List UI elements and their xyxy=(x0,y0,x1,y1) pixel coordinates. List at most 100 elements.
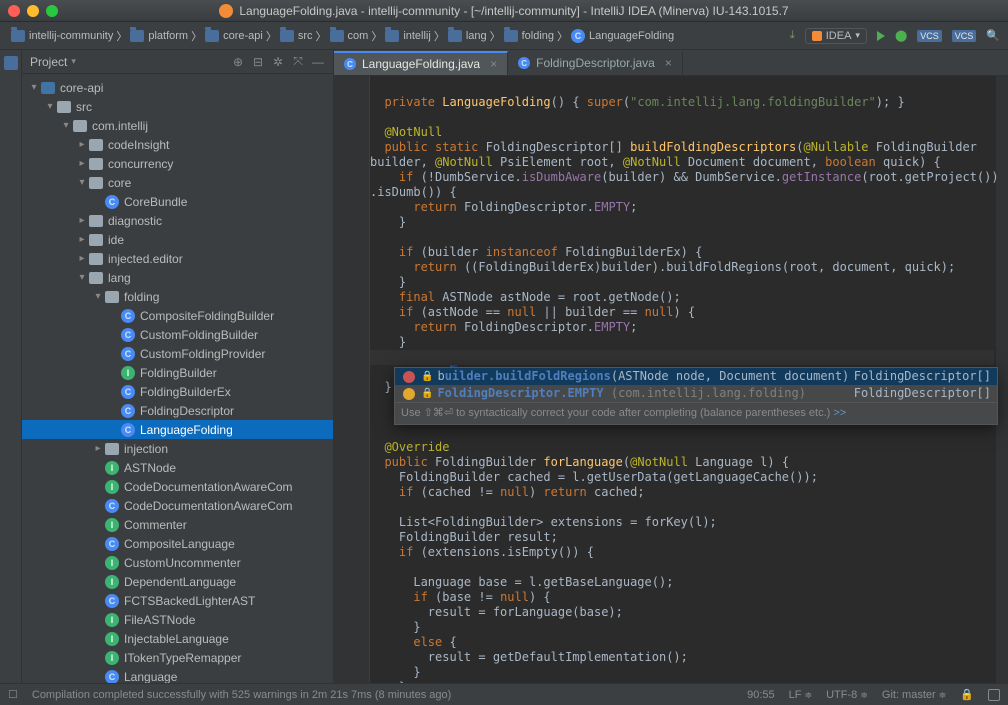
disclosure-triangle-icon[interactable]: ▸ xyxy=(76,215,88,226)
run-icon[interactable] xyxy=(877,31,885,41)
tree-node[interactable]: CCustomFoldingProvider xyxy=(22,344,333,363)
tree-node[interactable]: CFoldingBuilderEx xyxy=(22,382,333,401)
readonly-lock-icon[interactable]: 🔒 xyxy=(960,688,974,701)
breadcrumb-item[interactable]: CLanguageFolding xyxy=(568,29,677,43)
completion-popup[interactable]: 🔒builder.buildFoldRegions(ASTNode node, … xyxy=(394,367,998,425)
minimize-icon[interactable] xyxy=(27,5,39,17)
lock-icon: 🔒 xyxy=(421,369,433,384)
tree-node[interactable]: IASTNode xyxy=(22,458,333,477)
interface-icon: I xyxy=(104,461,120,475)
disclosure-triangle-icon[interactable]: ▸ xyxy=(76,234,88,245)
tree-node[interactable]: ▾src xyxy=(22,97,333,116)
tree-node[interactable]: ▾core-api xyxy=(22,78,333,97)
tree-node[interactable]: CFCTSBackedLighterAST xyxy=(22,591,333,610)
tree-node-label: Language xyxy=(124,670,177,684)
completion-item[interactable]: 🔒builder.buildFoldRegions(ASTNode node, … xyxy=(395,368,997,385)
tree-node[interactable]: CCompositeLanguage xyxy=(22,534,333,553)
project-tree[interactable]: ▾core-api▾src▾com.intellij▸codeInsight▸c… xyxy=(22,74,333,683)
tree-node[interactable]: IITokenTypeRemapper xyxy=(22,648,333,667)
tree-node[interactable]: ▸injected.editor xyxy=(22,249,333,268)
disclosure-triangle-icon[interactable]: ▸ xyxy=(76,158,88,169)
project-toolwindow-icon[interactable] xyxy=(4,56,18,70)
breadcrumb-item[interactable]: core-api xyxy=(202,30,266,42)
window-controls xyxy=(8,5,58,17)
close-icon[interactable] xyxy=(8,5,20,17)
line-separator[interactable]: LF ≑ xyxy=(789,689,812,701)
disclosure-triangle-icon[interactable]: ▾ xyxy=(76,272,88,283)
debug-icon[interactable]: ⬤ xyxy=(895,29,907,42)
run-config-selector[interactable]: IDEA ▾ xyxy=(805,28,867,44)
folder-icon xyxy=(330,30,344,42)
search-icon[interactable]: 🔍 xyxy=(986,29,1000,42)
tree-node[interactable]: CCustomFoldingBuilder xyxy=(22,325,333,344)
tree-node[interactable]: IFoldingBuilder xyxy=(22,363,333,382)
minimize-toolwindow-icon[interactable]: — xyxy=(311,55,325,69)
disclosure-triangle-icon[interactable]: ▾ xyxy=(92,291,104,302)
completion-item[interactable]: 🔒FoldingDescriptor.EMPTY (com.intellij.l… xyxy=(395,385,997,402)
scroll-from-source-icon[interactable]: ⊕ xyxy=(231,55,245,69)
event-log-icon[interactable]: ☐ xyxy=(8,688,18,701)
tree-node[interactable]: CCompositeFoldingBuilder xyxy=(22,306,333,325)
tree-node[interactable]: ▸injection xyxy=(22,439,333,458)
tree-node-label: LanguageFolding xyxy=(140,423,233,437)
disclosure-triangle-icon[interactable]: ▾ xyxy=(28,82,40,93)
gear-icon[interactable]: ✲ xyxy=(271,55,285,69)
disclosure-triangle-icon[interactable]: ▸ xyxy=(76,139,88,150)
class-icon: C xyxy=(518,57,530,69)
maximize-icon[interactable] xyxy=(46,5,58,17)
tree-node[interactable]: ▸codeInsight xyxy=(22,135,333,154)
disclosure-triangle-icon[interactable]: ▸ xyxy=(92,443,104,454)
make-icon[interactable]: ⤓ xyxy=(790,29,795,42)
hide-icon[interactable]: ⤧ xyxy=(291,54,305,69)
breadcrumb-item[interactable]: intellij-community xyxy=(8,30,116,42)
tree-node[interactable]: ▸concurrency xyxy=(22,154,333,173)
disclosure-triangle-icon[interactable]: ▾ xyxy=(76,177,88,188)
disclosure-triangle-icon[interactable]: ▾ xyxy=(44,101,56,112)
chevron-right-icon: 〉 xyxy=(266,28,277,44)
tree-node[interactable]: CFoldingDescriptor xyxy=(22,401,333,420)
java-file-icon xyxy=(219,4,233,18)
interface-icon: I xyxy=(104,632,120,646)
breadcrumb-item[interactable]: platform xyxy=(127,30,191,42)
breadcrumb-item[interactable]: src xyxy=(277,30,316,42)
tree-node[interactable]: IInjectableLanguage xyxy=(22,629,333,648)
tree-node[interactable]: ▾lang xyxy=(22,268,333,287)
code-area[interactable]: private LanguageFolding() { super("com.i… xyxy=(334,76,1008,683)
disclosure-triangle-icon[interactable]: ▾ xyxy=(60,120,72,131)
breadcrumb-item[interactable]: lang xyxy=(445,30,490,42)
breadcrumb-item[interactable]: intellij xyxy=(382,30,434,42)
vcs-update-icon[interactable]: VCS xyxy=(917,30,942,42)
tree-node-label: core xyxy=(108,176,131,190)
tree-node[interactable]: ▸ide xyxy=(22,230,333,249)
tree-node[interactable]: CCoreBundle xyxy=(22,192,333,211)
tree-node[interactable]: ICodeDocumentationAwareCom xyxy=(22,477,333,496)
collapse-all-icon[interactable]: ⊟ xyxy=(251,55,265,69)
tree-node[interactable]: ICustomUncommenter xyxy=(22,553,333,572)
tree-node-label: CustomFoldingProvider xyxy=(140,347,265,361)
caret-position[interactable]: 90:55 xyxy=(747,689,775,701)
tree-node[interactable]: CLanguage xyxy=(22,667,333,683)
breadcrumb-item[interactable]: com xyxy=(327,30,372,42)
tree-node[interactable]: CLanguageFolding xyxy=(22,420,333,439)
editor-tab[interactable]: CFoldingDescriptor.java× xyxy=(508,51,683,75)
tree-node[interactable]: ▾ core xyxy=(22,173,333,192)
tree-node[interactable]: CCodeDocumentationAwareCom xyxy=(22,496,333,515)
editor-tab[interactable]: CLanguageFolding.java× xyxy=(334,51,508,75)
close-tab-icon[interactable]: × xyxy=(490,57,497,71)
hector-icon[interactable] xyxy=(988,689,1000,701)
disclosure-triangle-icon[interactable]: ▸ xyxy=(76,253,88,264)
tree-node[interactable]: ▾com.intellij xyxy=(22,116,333,135)
file-encoding[interactable]: UTF-8 ≑ xyxy=(826,689,868,701)
tree-node[interactable]: ICommenter xyxy=(22,515,333,534)
tree-node[interactable]: ▾folding xyxy=(22,287,333,306)
tree-node[interactable]: IFileASTNode xyxy=(22,610,333,629)
vcs-commit-icon[interactable]: VCS xyxy=(952,30,977,42)
tree-node-label: CompositeFoldingBuilder xyxy=(140,309,274,323)
completion-hint-link[interactable]: >> xyxy=(833,407,846,419)
tree-node[interactable]: ▸diagnostic xyxy=(22,211,333,230)
tree-node[interactable]: IDependentLanguage xyxy=(22,572,333,591)
breadcrumb-item[interactable]: folding xyxy=(501,30,557,42)
close-tab-icon[interactable]: × xyxy=(665,56,672,70)
git-branch[interactable]: Git: master ≑ xyxy=(882,689,946,701)
project-view-selector[interactable]: Project ▾ xyxy=(30,55,76,69)
